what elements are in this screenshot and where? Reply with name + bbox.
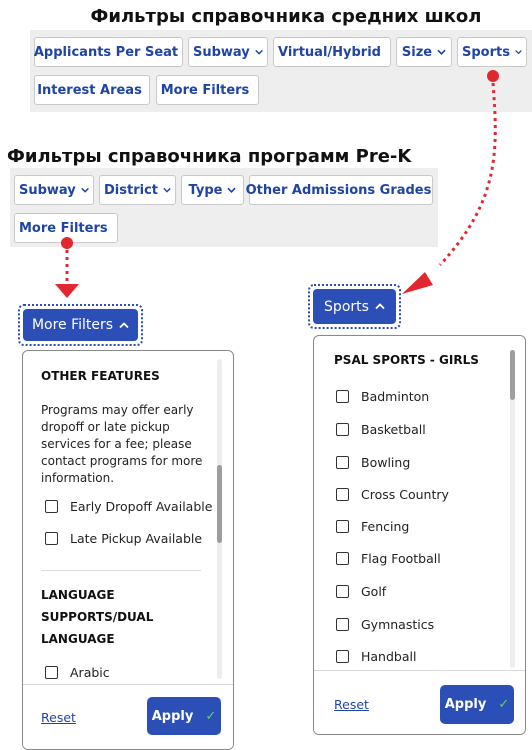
option-label: Handball: [361, 649, 416, 664]
check-icon: ✓: [498, 697, 509, 712]
option-label: Early Dropoff Available: [70, 499, 212, 514]
section-heading-language-supports: LANGUAGE SUPPORTS/DUAL LANGUAGE: [41, 584, 171, 650]
check-icon: ✓: [205, 709, 216, 724]
checkbox[interactable]: [45, 532, 58, 545]
checkbox[interactable]: [336, 650, 349, 663]
chevron-up-icon: [119, 322, 129, 329]
checkbox[interactable]: [336, 520, 349, 533]
panel-footer: Reset Apply ✓: [314, 670, 525, 734]
option-bowling[interactable]: Bowling: [336, 455, 410, 470]
other-features-description: Programs may offer early dropoff or late…: [41, 402, 206, 487]
checkbox[interactable]: [336, 456, 349, 469]
checkbox[interactable]: [336, 390, 349, 403]
option-fencing[interactable]: Fencing: [336, 519, 409, 534]
option-cross-country[interactable]: Cross Country: [336, 487, 449, 502]
option-label: Badminton: [361, 389, 429, 404]
option-arabic[interactable]: Arabic: [45, 665, 110, 680]
option-label: Cross Country: [361, 487, 449, 502]
arrow-to-sports: [402, 70, 499, 294]
option-basketball[interactable]: Basketball: [336, 422, 426, 437]
option-label: Fencing: [361, 519, 409, 534]
apply-button[interactable]: Apply ✓: [440, 685, 514, 724]
option-late-pickup[interactable]: Late Pickup Available: [45, 531, 202, 546]
option-label: Gymnastics: [361, 617, 434, 632]
apply-label: Apply: [445, 697, 487, 712]
option-handball[interactable]: Handball: [336, 649, 416, 664]
apply-button[interactable]: Apply ✓: [147, 697, 221, 735]
option-label: Flag Football: [361, 551, 441, 566]
checkbox[interactable]: [336, 585, 349, 598]
reset-link[interactable]: Reset: [334, 697, 369, 712]
option-badminton[interactable]: Badminton: [336, 389, 429, 404]
option-label: Arabic: [70, 665, 110, 680]
option-label: Basketball: [361, 422, 426, 437]
option-early-dropoff[interactable]: Early Dropoff Available: [45, 499, 212, 514]
checkbox[interactable]: [336, 618, 349, 631]
checkbox[interactable]: [45, 500, 58, 513]
checkbox[interactable]: [336, 552, 349, 565]
button-label: More Filters: [32, 317, 113, 333]
option-golf[interactable]: Golf: [336, 584, 386, 599]
section-heading-other-features: OTHER FEATURES: [41, 365, 160, 387]
chevron-up-icon: [375, 303, 385, 310]
scrollbar-thumb[interactable]: [510, 350, 515, 400]
arrow-to-more-filters: [55, 237, 79, 298]
more-filters-open-button[interactable]: More Filters: [23, 309, 138, 341]
option-gymnastics[interactable]: Gymnastics: [336, 617, 434, 632]
scrollbar-thumb[interactable]: [217, 465, 222, 543]
option-label: Golf: [361, 584, 386, 599]
option-label: Bowling: [361, 455, 410, 470]
checkbox[interactable]: [45, 666, 58, 679]
option-flag-football[interactable]: Flag Football: [336, 551, 441, 566]
reset-link[interactable]: Reset: [41, 710, 76, 725]
section-divider: [41, 570, 201, 571]
button-label: Sports: [324, 299, 369, 315]
more-filters-panel: OTHER FEATURES Programs may offer early …: [22, 350, 234, 750]
apply-label: Apply: [152, 709, 194, 724]
option-label: Late Pickup Available: [70, 531, 202, 546]
checkbox[interactable]: [336, 423, 349, 436]
section-heading-psal-sports-girls: PSAL SPORTS - GIRLS: [334, 349, 479, 371]
panel-footer: Reset Apply ✓: [23, 684, 233, 749]
sports-panel: PSAL SPORTS - GIRLS Badminton Basketball…: [313, 335, 526, 735]
checkbox[interactable]: [336, 488, 349, 501]
sports-open-button[interactable]: Sports: [313, 289, 396, 324]
